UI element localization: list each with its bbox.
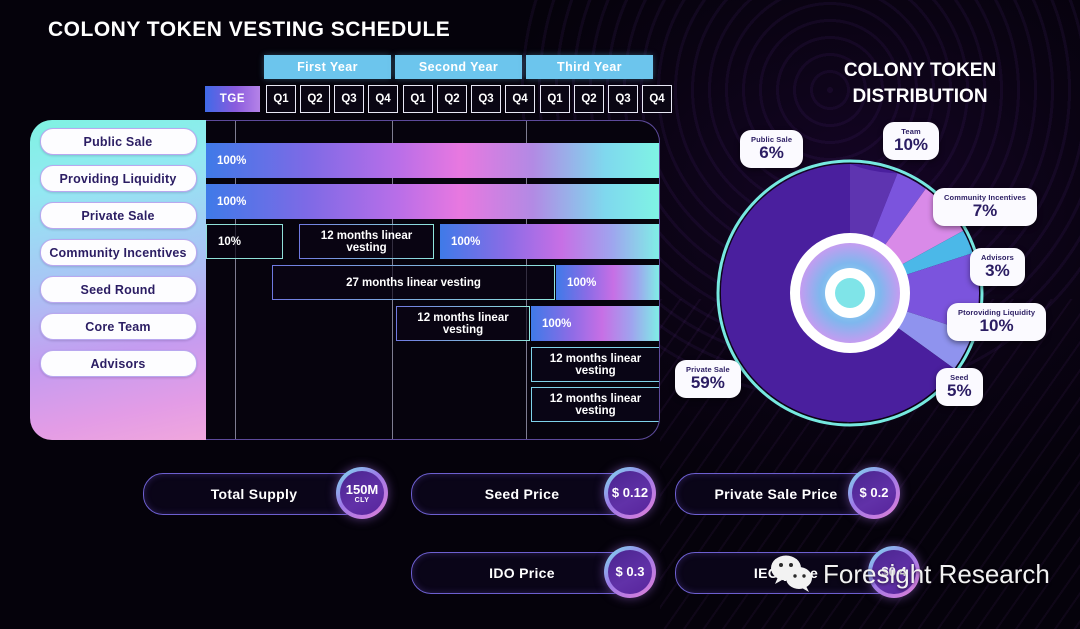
vesting-bar-segment: 100% (556, 265, 659, 300)
year-header-first: First Year (264, 55, 391, 79)
quarter-cell: Q3 (334, 85, 364, 113)
quarter-cell: Q2 (574, 85, 604, 113)
donut-label-advisors: Advisors 3% (970, 248, 1025, 286)
legend-item-private-sale: Private Sale (39, 202, 197, 229)
vesting-schedule-chart: Public Sale Providing Liquidity Private … (30, 120, 660, 440)
stat-unit: CLY (354, 496, 370, 504)
timeline-year-header: First Year Second Year Third Year (264, 55, 653, 79)
legend-item-core-team: Core Team (39, 313, 197, 340)
vesting-row-seed-round: 12 months linear vesting 100% (206, 306, 659, 341)
legend-item-public-sale: Public Sale (39, 128, 197, 155)
distribution-title-line2: DISTRIBUTION (852, 86, 988, 107)
stat-label: Total Supply (143, 473, 365, 515)
stat-label: Private Sale Price (675, 473, 877, 515)
vesting-bar-segment: 12 months linear vesting (531, 387, 659, 422)
watermark: Foresight Research (770, 555, 1050, 593)
donut-label-private-sale: Private Sale 59% (675, 360, 741, 398)
quarter-cell: Q1 (266, 85, 296, 113)
vesting-bar-segment: 12 months linear vesting (396, 306, 530, 341)
quarter-cell: Q4 (642, 85, 672, 113)
stat-value-badge: 150M CLY (336, 467, 388, 519)
stat-value-badge: $ 0.2 (848, 467, 900, 519)
vesting-grid: 100% 100% 10% 12 months linear vesting 1… (206, 120, 660, 440)
quarter-group-year2: Q1 Q2 Q3 Q4 (403, 85, 535, 113)
vesting-row-private-sale: 10% 12 months linear vesting 100% (206, 224, 659, 259)
tge-cell: TGE (205, 86, 260, 112)
quarter-cell: Q2 (300, 85, 330, 113)
stat-value-badge: $ 0.12 (604, 467, 656, 519)
stat-total-supply: Total Supply 150M CLY (143, 467, 388, 519)
stat-value-badge: $ 0.3 (604, 546, 656, 598)
year-header-second: Second Year (395, 55, 522, 79)
legend-item-seed-round: Seed Round (39, 276, 197, 303)
legend-item-community-incentives: Community Incentives (39, 239, 197, 266)
vesting-row-public-sale: 100% (206, 143, 659, 178)
vesting-bar-segment: 100% (206, 184, 659, 219)
stat-value: 150M (345, 481, 379, 497)
donut-label-public-sale: Public Sale 6% (740, 130, 804, 168)
legend-item-advisors: Advisors (39, 350, 197, 377)
stat-value: $ 0.3 (615, 564, 645, 579)
vesting-bar-segment: 27 months linear vesting (272, 265, 555, 300)
donut-label-seed: Seed 5% (936, 368, 983, 406)
token-distribution-donut: Public Sale 6% Team 10% Community Incent… (675, 122, 1047, 430)
quarter-cell: Q1 (540, 85, 570, 113)
watermark-text: Foresight Research (823, 558, 1050, 589)
quarter-cell: Q3 (471, 85, 501, 113)
vesting-bar-segment: 100% (531, 306, 659, 341)
stat-value: $ 0.2 (859, 485, 889, 500)
quarter-group-year1: Q1 Q2 Q3 Q4 (266, 85, 398, 113)
vesting-bar-segment: 12 months linear vesting (299, 224, 434, 259)
year-header-third: Third Year (526, 55, 653, 79)
vesting-row-community-incentives: 27 months linear vesting 100% (206, 265, 659, 300)
stat-private-sale-price: Private Sale Price $ 0.2 (675, 467, 920, 519)
vesting-bar-segment: 12 months linear vesting (531, 347, 659, 382)
timeline-quarter-header: TGE Q1 Q2 Q3 Q4 Q1 Q2 Q3 Q4 Q1 Q2 Q3 Q4 (205, 85, 677, 113)
vesting-row-advisors: 12 months linear vesting (206, 387, 659, 422)
donut-label-team: Team 10% (883, 122, 940, 160)
quarter-cell: Q4 (505, 85, 535, 113)
vesting-bar-segment: 10% (206, 224, 283, 259)
stat-ido-price: IDO Price $ 0.3 (411, 546, 656, 598)
stat-seed-price: Seed Price $ 0.12 (411, 467, 656, 519)
stat-label: Seed Price (411, 473, 633, 515)
quarter-group-year3: Q1 Q2 Q3 Q4 (540, 85, 672, 113)
quarter-cell: Q1 (403, 85, 433, 113)
page-title: COLONY TOKEN VESTING SCHEDULE (48, 18, 451, 41)
quarter-cell: Q4 (368, 85, 398, 113)
vesting-bar-segment: 100% (206, 143, 659, 178)
vesting-category-legend: Public Sale Providing Liquidity Private … (30, 120, 206, 440)
stat-value: $ 0.12 (611, 485, 649, 500)
vesting-row-providing-liquidity: 100% (206, 184, 659, 219)
quarter-cell: Q2 (437, 85, 467, 113)
distribution-title-line1: COLONY TOKEN (843, 60, 997, 81)
distribution-title: COLONY TOKEN DISTRIBUTION (770, 58, 1070, 110)
vesting-row-core-team: 12 months linear vesting (206, 347, 659, 382)
donut-label-community-incentives: Community Incentives 7% (933, 188, 1038, 226)
legend-item-providing-liquidity: Providing Liquidity (39, 165, 197, 192)
quarter-cell: Q3 (608, 85, 638, 113)
donut-label-providing-liquidity: Ptoroviding Liquidity 10% (947, 303, 1047, 341)
vesting-bar-segment: 100% (440, 224, 659, 259)
wechat-icon (771, 555, 812, 592)
stat-label: IDO Price (411, 552, 633, 594)
